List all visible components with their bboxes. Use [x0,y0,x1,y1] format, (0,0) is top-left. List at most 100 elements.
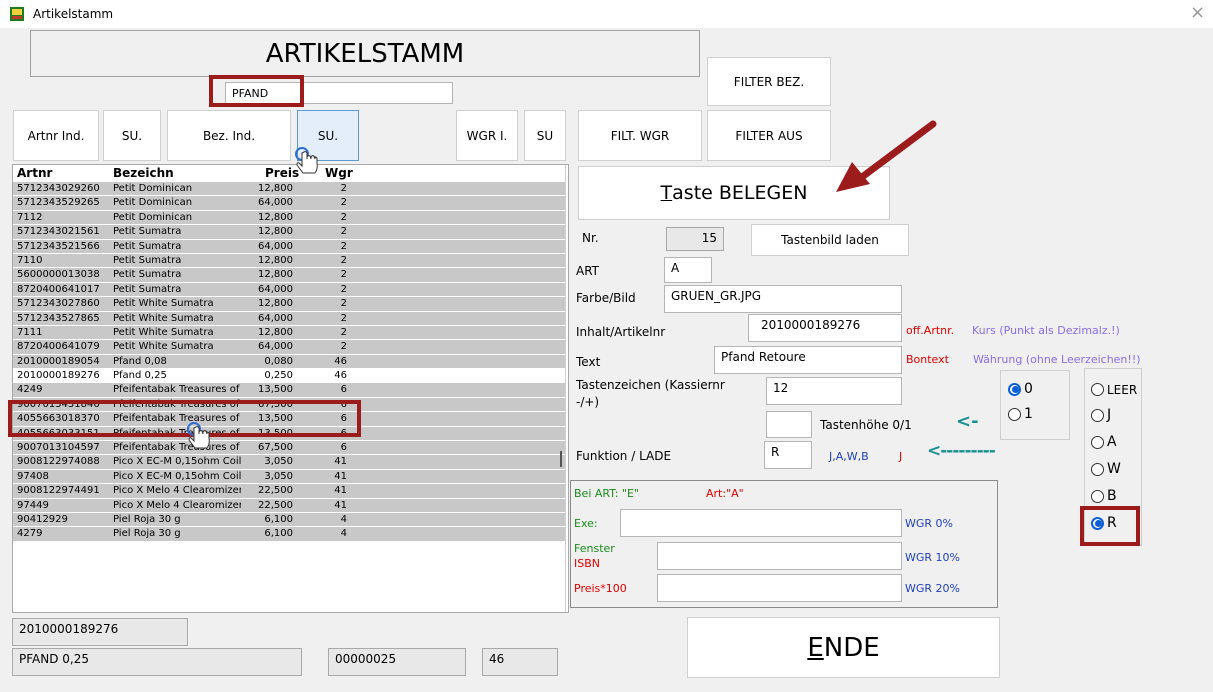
preis100-field[interactable] [657,574,902,602]
text-field[interactable]: Pfand Retoure [714,346,902,374]
grid-header: Artnr Bezeichn Preis Wgr [13,165,568,182]
inhalt-field[interactable]: 2010000189276 [748,314,902,342]
table-row[interactable]: 5712343021561 Petit Sumatra 12,800 2 [13,225,565,240]
table-row[interactable]: 97408 Pico X EC-M 0,15ohm Coil 3,050 41 [13,469,565,485]
tastenhoehe-field[interactable] [766,411,812,438]
table-cell: 2 [340,240,347,252]
table-cell: 22,500 [258,485,293,497]
bottom-name-field[interactable]: PFAND 0,25 [12,648,302,676]
ende-button[interactable]: E NDE [687,617,1000,678]
table-cell: 6 [340,384,347,396]
table-row[interactable]: 5712343529265 Petit Dominican 64,000 2 [13,196,565,211]
waehrung-label: Währung (ohne Leerzeichen!!) [973,353,1141,366]
table-row[interactable]: 4249 Pfeifentabak Treasures of 13,500 6 [13,383,565,398]
table-cell: 12,800 [258,298,293,310]
table-row[interactable]: 2010000189276 Pfand 0,25 0,250 46 [13,369,565,384]
radio-r-highlight [1080,506,1140,546]
grid-scrollbar-thumb[interactable] [560,451,562,467]
table-cell: 4249 [17,384,43,396]
table-cell: 2 [340,312,347,324]
close-icon[interactable]: × [1190,2,1205,23]
exe-field[interactable] [620,509,902,537]
search-artnr-button[interactable]: SU. [103,110,161,161]
wgr20-label: WGR 20% [905,582,960,595]
table-cell: Pfand 0,08 [113,355,167,367]
tastenbild-laden-button[interactable]: Tastenbild laden [751,224,909,256]
funktion-field[interactable]: R [764,441,812,469]
fenster-field[interactable] [657,542,902,570]
func-radio-b[interactable]: B [1091,488,1117,504]
table-cell: 9007013104597 [17,442,100,454]
table-row[interactable]: 5712343527865 Petit White Sumatra 64,000 2 [13,311,565,326]
table-cell: Petit Dominican [113,211,193,223]
table-cell: 7112 [17,211,43,223]
table-row[interactable]: 4279 Piel Roja 30 g 6,100 4 [13,527,565,542]
table-cell: 64,000 [258,240,293,252]
table-cell: 9008122974491 [17,485,100,497]
table-cell: 41 [334,485,347,497]
bottom-code-field[interactable]: 00000025 [328,648,466,676]
article-grid[interactable]: Artnr Bezeichn Preis Wgr 5712343029260 Pe… [12,164,569,613]
table-row[interactable]: 9008122974088 Pico X EC-M 0,15ohm Coil 3,0… [13,455,565,470]
table-row[interactable]: 7112 Petit Dominican 12,800 2 [13,210,565,226]
filter-wgr-button[interactable]: FILT. WGR [578,110,702,161]
wgr-index-button[interactable]: WGR I. [456,110,518,161]
inhalt-label: Inhalt/Artikelnr [576,325,666,339]
table-cell: 46 [334,370,347,382]
table-cell: 12,800 [258,183,293,194]
table-cell: Petit Dominican [113,183,193,194]
func-radio-leer[interactable]: LEER [1091,382,1137,397]
table-cell: 8720400641079 [17,341,100,353]
off-artnr-label: off.Artnr. [906,324,955,337]
filter-aus-button[interactable]: FILTER AUS [707,110,831,161]
funktion-label: Funktion / LADE [576,449,672,463]
artnr-index-button[interactable]: Artnr Ind. [13,110,99,161]
art-field[interactable]: A [664,257,712,283]
table-cell: 2 [340,269,347,281]
table-cell: 9008122974088 [17,456,100,468]
height-radio-1[interactable]: 1 [1008,406,1033,422]
table-cell: 13,500 [258,384,293,396]
bez-index-button[interactable]: Bez. Ind. [167,110,291,161]
func-radio-w[interactable]: W [1091,461,1121,477]
table-row[interactable]: 97449 Pico X Melo 4 Clearomizer 22,500 41 [13,498,565,513]
bottom-wgr-field[interactable]: 46 [482,648,558,676]
table-row[interactable]: 2010000189054 Pfand 0,08 0,080 46 [13,354,565,370]
col-wgr[interactable]: Wgr [325,166,353,180]
search-wgr-button[interactable]: SU [524,110,566,161]
table-row[interactable]: 8720400641017 Petit Sumatra 64,000 2 [13,282,565,298]
table-cell: Petit White Sumatra [113,341,214,353]
table-row[interactable]: 5712343029260 Petit Dominican 12,800 2 [13,182,565,197]
title-bar: Artikelstamm × [0,0,1213,28]
nr-field[interactable]: 15 [666,227,724,251]
col-bezeichn[interactable]: Bezeichn [113,166,174,180]
func-radio-a[interactable]: A [1091,434,1117,450]
table-row[interactable]: 90412929 Piel Roja 30 g 6,100 4 [13,512,565,528]
table-row[interactable]: 5712343027860 Petit White Sumatra 12,800 2 [13,297,565,312]
table-cell: 2 [340,283,347,295]
height-radio-0[interactable]: 0 [1008,381,1033,397]
table-row[interactable]: 9008122974491 Pico X Melo 4 Clearomizer 22… [13,484,565,499]
table-cell: Petit Dominican [113,197,193,209]
bottom-artnr-field[interactable]: 2010000189276 [12,618,188,646]
filter-bez-button[interactable]: FILTER BEZ. [707,57,831,106]
table-cell: Piel Roja 30 g [113,513,181,525]
radio-unchecked[interactable] [1008,407,1021,421]
radio-checked[interactable] [1008,382,1021,396]
table-row[interactable]: 7111 Petit White Sumatra 12,800 2 [13,325,565,341]
table-cell: 64,000 [258,197,293,209]
fenster-label: Fenster [574,542,615,555]
col-artnr[interactable]: Artnr [17,166,52,180]
func-radio-j[interactable]: J [1091,407,1111,423]
table-row[interactable]: 8720400641079 Petit White Sumatra 64,000 2 [13,340,565,355]
table-cell: 2 [340,197,347,209]
table-cell: 4279 [17,528,43,540]
table-cell: 6 [340,442,347,454]
table-row[interactable]: 5712343521566 Petit Sumatra 64,000 2 [13,239,565,254]
table-row[interactable]: 9007013104597 Pfeifentabak Treasures of 67… [13,441,565,456]
table-row[interactable]: 7110 Petit Sumatra 12,800 2 [13,253,565,269]
farbe-field[interactable]: GRUEN_GR.JPG [664,285,902,313]
table-row[interactable]: 5600000013038 Petit Sumatra 12,800 2 [13,268,565,283]
table-cell: 90412929 [17,513,68,525]
tastenzeichen-field[interactable]: 12 [766,377,902,405]
